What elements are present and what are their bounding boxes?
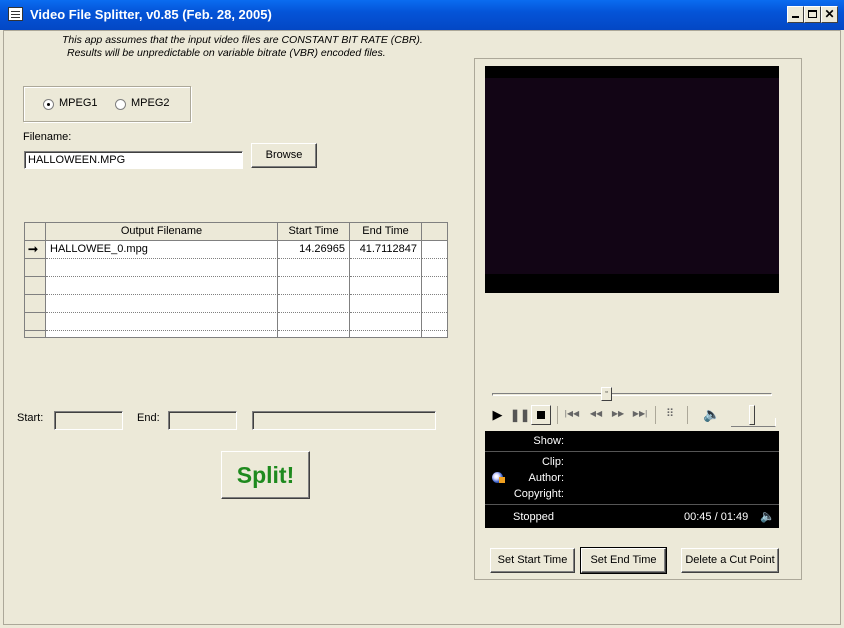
speaker-icon: 🔈 <box>703 406 721 422</box>
grid-empty-cell[interactable] <box>350 277 422 295</box>
grid-empty-cell <box>422 313 447 331</box>
current-row-arrow-icon: ➞ <box>28 242 39 256</box>
playback-time: 00:45 / 01:49 <box>684 511 749 523</box>
grid-empty-cell[interactable] <box>46 295 278 313</box>
grid-empty-cell[interactable] <box>278 331 350 337</box>
minimize-icon <box>792 16 799 18</box>
grid-empty-cell <box>422 331 447 337</box>
start-input[interactable] <box>54 411 123 430</box>
show-label: Show: <box>533 435 564 447</box>
media-info-panel: Show: Clip: Author: Copyright: Stopped 0… <box>485 431 779 528</box>
fast-forward-icon: ▶▶ <box>611 409 625 418</box>
grid-empty-cell[interactable] <box>278 295 350 313</box>
grid-empty-cell[interactable] <box>46 277 278 295</box>
title-bar: Video File Splitter, v0.85 (Feb. 28, 200… <box>0 0 844 30</box>
row-selector[interactable] <box>25 313 46 331</box>
cut-points-grid[interactable]: Output Filename Start Time End Time ➞ HA… <box>24 222 448 338</box>
grid-empty-cell[interactable] <box>350 295 422 313</box>
mpeg2-label[interactable]: MPEG2 <box>131 97 170 109</box>
video-frame <box>485 78 779 274</box>
skip-forward-icon: ▶▶| <box>632 409 648 418</box>
rewind-icon: ◀◀ <box>589 409 603 418</box>
end-input[interactable] <box>168 411 237 430</box>
fast-forward-button[interactable]: ▶▶ <box>609 409 627 418</box>
mute-button[interactable]: 🔈 <box>703 406 721 423</box>
next-button[interactable]: ▶▶| <box>631 409 649 418</box>
play-icon: ▶ <box>492 407 503 422</box>
seek-track[interactable] <box>492 393 772 396</box>
close-icon: ✕ <box>824 7 835 21</box>
grid-corner <box>25 223 46 241</box>
set-start-time-button[interactable]: Set Start Time <box>490 548 575 573</box>
grid-empty-cell[interactable] <box>278 277 350 295</box>
delete-cut-point-button[interactable]: Delete a Cut Point <box>681 548 779 573</box>
vbr-note: Results will be unpredictable on variabl… <box>67 47 386 59</box>
volume-thumb[interactable] <box>749 405 755 425</box>
grid-empty-cell[interactable] <box>46 259 278 277</box>
grid-empty-cell[interactable] <box>278 313 350 331</box>
maximize-icon <box>808 10 817 18</box>
cell-spare <box>422 241 447 259</box>
browse-button[interactable]: Browse <box>251 143 317 168</box>
stop-button[interactable] <box>531 405 551 425</box>
minimize-button[interactable] <box>787 6 804 23</box>
column-header-start-time[interactable]: Start Time <box>278 223 350 241</box>
status-volume-icon: 🔈 <box>760 509 775 523</box>
info-divider <box>485 451 779 452</box>
grid-empty-cell <box>422 277 447 295</box>
split-button[interactable]: Split! <box>221 451 310 499</box>
row-selector[interactable] <box>25 259 46 277</box>
maximize-button[interactable] <box>804 6 821 23</box>
filename-label: Filename: <box>23 131 72 143</box>
pause-button[interactable]: ❚❚ <box>510 408 530 424</box>
row-selector[interactable] <box>25 277 46 295</box>
filename-input[interactable]: HALLOWEEN.MPG <box>24 151 243 169</box>
column-header-end-time[interactable]: End Time <box>350 223 422 241</box>
end-label: End: <box>137 412 160 424</box>
row-selector[interactable] <box>25 295 46 313</box>
column-header-spare <box>422 223 447 241</box>
separator <box>687 406 688 424</box>
window-title: Video File Splitter, v0.85 (Feb. 28, 200… <box>30 7 272 22</box>
separator <box>557 406 558 424</box>
seek-thumb[interactable]: ▫ <box>601 387 612 401</box>
set-end-time-button[interactable]: Set End Time <box>581 548 666 573</box>
chapters-button[interactable]: ⠿ <box>663 407 677 420</box>
row-selector[interactable] <box>25 331 46 337</box>
close-button[interactable]: ✕ <box>821 6 838 23</box>
clip-label: Clip: <box>541 456 564 468</box>
grid-empty-cell[interactable] <box>350 313 422 331</box>
grid-empty-cell[interactable] <box>46 313 278 331</box>
rewind-button[interactable]: ◀◀ <box>587 409 605 418</box>
grid-empty-cell[interactable] <box>278 259 350 277</box>
cbr-note: This app assumes that the input video fi… <box>62 34 423 46</box>
copyright-label: Copyright: <box>513 488 564 500</box>
grid-empty-cell[interactable] <box>350 331 422 337</box>
skip-back-icon: |◀◀ <box>564 409 580 418</box>
cell-output-filename[interactable]: HALLOWEE_0.mpg <box>46 241 278 259</box>
author-label: Author: <box>528 472 564 484</box>
app-icon[interactable] <box>8 7 23 21</box>
grid-empty-cell[interactable] <box>46 331 278 337</box>
status-field <box>252 411 436 430</box>
mpeg2-radio[interactable] <box>115 99 126 110</box>
play-button[interactable]: ▶ <box>490 407 505 423</box>
mpeg1-radio[interactable] <box>43 99 54 110</box>
grid-empty-cell <box>422 295 447 313</box>
pause-icon: ❚❚ <box>510 408 531 422</box>
previous-button[interactable]: |◀◀ <box>563 409 581 418</box>
chapters-icon: ⠿ <box>665 408 675 420</box>
cell-start-time[interactable]: 14.26965 <box>278 241 350 259</box>
row-selector[interactable]: ➞ <box>25 241 46 259</box>
grid-empty-cell[interactable] <box>350 259 422 277</box>
stop-icon <box>537 411 545 419</box>
separator <box>655 406 656 424</box>
mpeg1-label[interactable]: MPEG1 <box>59 97 98 109</box>
playback-status: Stopped <box>513 511 554 523</box>
grid-empty-cell <box>422 259 447 277</box>
info-divider <box>485 504 779 505</box>
cell-end-time[interactable]: 41.7112847 <box>350 241 422 259</box>
column-header-output-filename[interactable]: Output Filename <box>46 223 278 241</box>
start-label: Start: <box>17 412 44 424</box>
